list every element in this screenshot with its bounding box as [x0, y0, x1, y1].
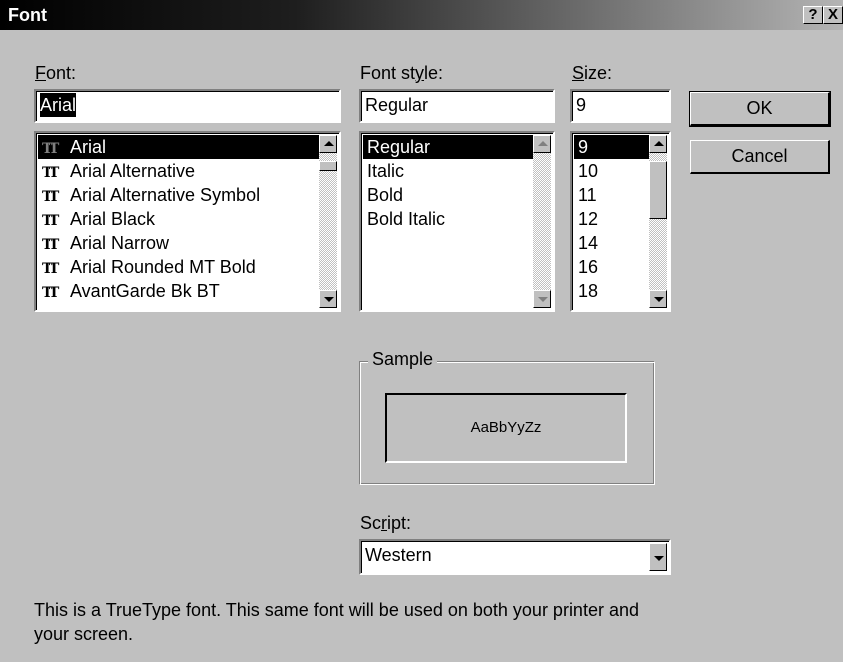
font-list-item[interactable]: TT Arial Alternative Symbol: [38, 183, 319, 207]
font-label: Font:: [35, 63, 77, 83]
size-list-item[interactable]: 9: [574, 135, 649, 159]
truetype-icon: TT: [42, 261, 59, 277]
ok-button[interactable]: OK: [689, 91, 831, 127]
size-input[interactable]: 9: [570, 89, 671, 123]
chevron-down-icon: [654, 556, 664, 561]
size-list-item[interactable]: 11: [574, 183, 649, 207]
font-info-text: This is a TrueType font. This same font …: [34, 600, 639, 644]
size-scroll-down-button[interactable]: [649, 290, 667, 308]
close-button[interactable]: X: [823, 6, 843, 24]
font-style-list-items: Regular Italic Bold Bold Italic: [363, 135, 533, 308]
font-list-item[interactable]: TT Arial Alternative: [38, 159, 319, 183]
sample-preview: AaBbYyZz: [385, 393, 627, 463]
size-list[interactable]: 9 10 11 12 14 16 18: [570, 131, 671, 312]
font-item-label: Arial Rounded MT Bold: [70, 257, 256, 277]
sample-label: Sample: [368, 348, 438, 370]
arrow-up-icon: [654, 141, 664, 146]
script-dropdown-button[interactable]: [649, 543, 667, 571]
font-list-scroll-thumb[interactable]: [319, 161, 337, 171]
size-list-scrollbar[interactable]: [649, 135, 667, 308]
font-list-scrollbar[interactable]: [319, 135, 337, 308]
font-list-item[interactable]: TT Arial Black: [38, 207, 319, 231]
size-list-items: 9 10 11 12 14 16 18: [574, 135, 649, 308]
script-value: Western: [365, 545, 432, 565]
help-button[interactable]: ?: [803, 6, 823, 24]
arrow-down-icon: [324, 297, 334, 302]
size-value: 9: [576, 95, 587, 115]
font-style-input[interactable]: Regular: [359, 89, 555, 123]
size-label: Size:: [572, 63, 613, 83]
cancel-button[interactable]: Cancel: [690, 140, 830, 174]
arrow-down-icon: [654, 297, 664, 302]
truetype-icon: TT: [42, 213, 59, 229]
font-list-scroll-down-button[interactable]: [319, 290, 337, 308]
font-item-label: Arial Alternative Symbol: [70, 185, 261, 205]
font-list[interactable]: TT Arial TT Arial Alternative TT Arial Altern…: [34, 131, 341, 312]
script-select[interactable]: Western: [359, 539, 671, 575]
font-style-label: Font style:: [360, 63, 444, 83]
font-item-label: AvantGarde Bk BT: [70, 281, 220, 301]
size-item-label: 12: [578, 209, 599, 229]
size-item-label: 9: [578, 137, 589, 157]
font-list-item[interactable]: TT Arial Narrow: [38, 231, 319, 255]
size-scroll-thumb[interactable]: [649, 161, 667, 219]
font-style-list[interactable]: Regular Italic Bold Bold Italic: [359, 131, 555, 312]
truetype-icon: TT: [42, 141, 59, 157]
size-list-item[interactable]: 12: [574, 207, 649, 231]
style-item-label: Italic: [367, 161, 405, 181]
truetype-icon: TT: [42, 237, 59, 253]
truetype-icon: TT: [42, 189, 59, 205]
style-item-label: Bold Italic: [367, 209, 446, 229]
style-item-label: Regular: [367, 137, 431, 157]
font-list-item[interactable]: TT AvantGarde Bk BT: [38, 279, 319, 303]
font-name-input[interactable]: Arial: [34, 89, 341, 123]
size-item-label: 10: [578, 161, 599, 181]
arrow-up-icon: [538, 141, 548, 146]
size-scroll-up-button[interactable]: [649, 135, 667, 153]
style-list-item[interactable]: Bold: [363, 183, 533, 207]
size-item-label: 14: [578, 233, 599, 253]
size-item-label: 16: [578, 257, 599, 277]
style-list-item[interactable]: Italic: [363, 159, 533, 183]
font-list-item[interactable]: TT Arial Rounded MT Bold: [38, 255, 319, 279]
title-bar[interactable]: Font ? X: [0, 0, 843, 30]
font-list-items: TT Arial TT Arial Alternative TT Arial Altern…: [38, 135, 319, 308]
truetype-icon: TT: [42, 285, 59, 301]
font-style-list-scrollbar[interactable]: [533, 135, 551, 308]
size-item-label: 18: [578, 281, 599, 301]
font-item-label: Arial Narrow: [70, 233, 170, 253]
size-list-item[interactable]: 18: [574, 279, 649, 303]
size-list-item[interactable]: 10: [574, 159, 649, 183]
font-style-value: Regular: [365, 95, 429, 115]
font-style-scroll-down-button[interactable]: [533, 290, 551, 308]
size-list-item[interactable]: 14: [574, 231, 649, 255]
font-dialog: Font ? X Font: Arial TT Arial TT Arial Alte…: [0, 0, 843, 662]
style-list-item[interactable]: Regular: [363, 135, 533, 159]
style-item-label: Bold: [367, 185, 404, 205]
font-list-item[interactable]: TT Arial: [38, 135, 319, 159]
font-style-scroll-up-button[interactable]: [533, 135, 551, 153]
font-name-value: Arial: [40, 93, 77, 117]
style-list-item[interactable]: Bold Italic: [363, 207, 533, 231]
font-list-scroll-up-button[interactable]: [319, 135, 337, 153]
arrow-up-icon: [324, 141, 334, 146]
script-label: Script:: [360, 513, 412, 533]
arrow-down-icon: [538, 297, 548, 302]
truetype-icon: TT: [42, 165, 59, 181]
font-item-label: Arial Black: [70, 209, 156, 229]
sample-text: AaBbYyZz: [470, 419, 542, 436]
size-item-label: 11: [578, 185, 597, 205]
window-title: Font: [8, 5, 47, 25]
font-item-label: Arial: [70, 137, 107, 157]
size-list-item[interactable]: 16: [574, 255, 649, 279]
font-item-label: Arial Alternative: [70, 161, 196, 181]
